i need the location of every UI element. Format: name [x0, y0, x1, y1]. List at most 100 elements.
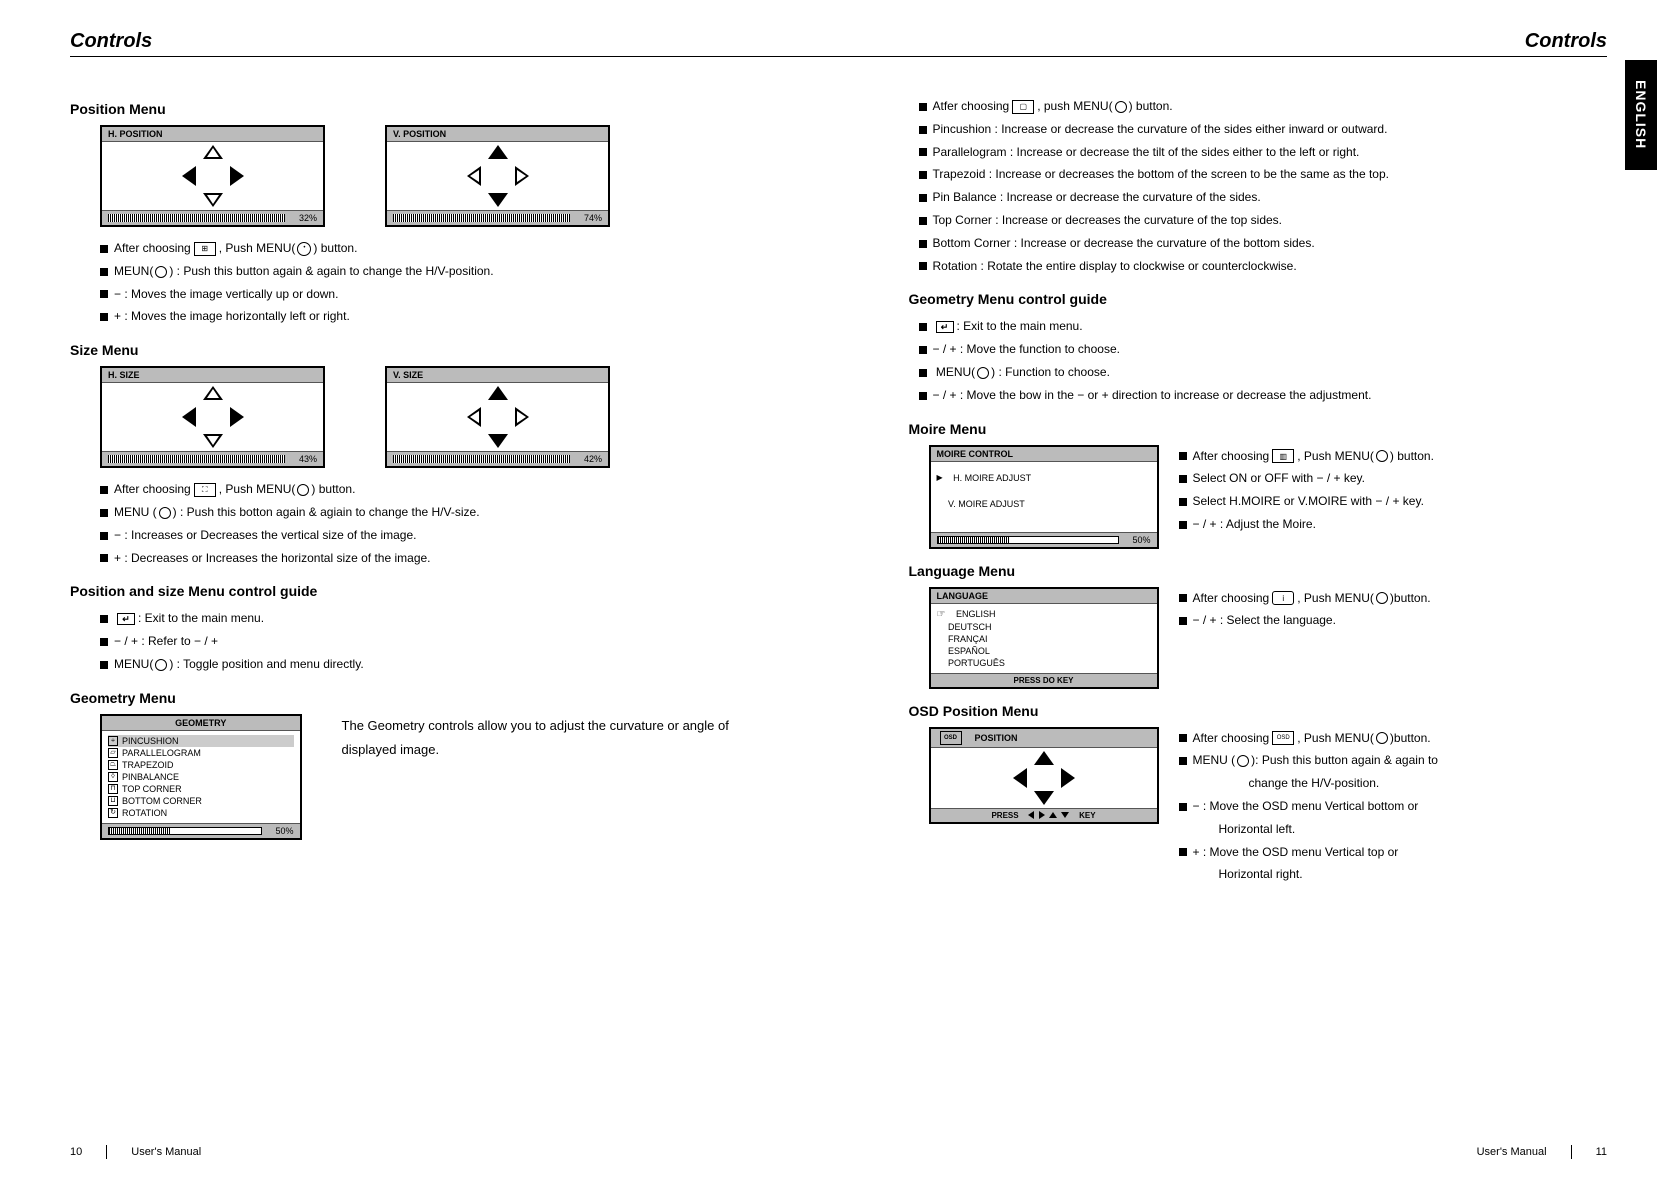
- text: ) : Push this button again & again to ch…: [169, 264, 493, 278]
- text: + : Move the OSD menu Vertical top or: [1193, 845, 1399, 859]
- geometry-title: Geometry Menu: [70, 690, 769, 706]
- arrow-left-icon: [182, 407, 196, 427]
- text: − : Increases or Decreases the vertical …: [114, 528, 416, 542]
- text: + : Moves the image horizontally left or…: [114, 309, 350, 323]
- list-item: BOTTOM CORNER: [122, 796, 202, 806]
- arrow-down-icon: [203, 434, 223, 448]
- barcode-icon: [108, 214, 285, 222]
- rotation-icon: ↻: [108, 808, 118, 818]
- text: , Push MENU(: [1297, 449, 1374, 463]
- geo-guide-bullets: : Exit to the main menu. − / + : Move th…: [919, 315, 1608, 406]
- list-item: ESPAÑOL: [948, 646, 990, 656]
- top-corner-icon: ⊓: [108, 784, 118, 794]
- position-icon: ⊞: [194, 242, 216, 256]
- size-menu-title: Size Menu: [70, 342, 769, 358]
- pointer-icon: ☞: [937, 609, 946, 620]
- text: − : Move the OSD menu Vertical bottom or: [1193, 799, 1419, 813]
- text: Atfer choosing: [933, 99, 1010, 113]
- barcode-icon: [108, 455, 285, 463]
- menu-button-icon: [1115, 101, 1127, 113]
- osd-pos-title: OSD Position Menu: [909, 703, 1608, 719]
- text: Bottom Corner : Increase or decrease the…: [933, 236, 1315, 250]
- position-menu-title: Position Menu: [70, 101, 769, 117]
- menu-button-icon: [155, 659, 167, 671]
- text: MENU (: [1193, 753, 1236, 767]
- text: Pin Balance : Increase or decrease the c…: [933, 190, 1261, 204]
- v-size-label: V. SIZE: [387, 368, 608, 383]
- text: + : Decreases or Increases the horizonta…: [114, 551, 431, 565]
- text: MENU(: [936, 365, 975, 379]
- list-item: H. MOIRE ADJUST: [953, 473, 1031, 483]
- list-item: PORTUGUÊS: [948, 658, 1005, 668]
- arrow-down-icon: [488, 193, 508, 207]
- list-item: PINCUSHION: [122, 736, 179, 746]
- text: , Push MENU(: [219, 482, 296, 496]
- text: )button.: [1390, 731, 1431, 745]
- guide1-bullets: : Exit to the main menu. − / + : Refer t…: [100, 607, 769, 675]
- text: MENU(: [114, 657, 153, 671]
- moire-header: MOIRE CONTROL: [931, 447, 1157, 462]
- arrow-up-icon: [1034, 751, 1054, 765]
- v-position-label: V. POSITION: [387, 127, 608, 142]
- geometry-desc: The Geometry controls allow you to adjus…: [342, 714, 769, 763]
- size-bullets: After choosing⛶, Push MENU() button. MEN…: [100, 478, 769, 569]
- text: , push MENU(: [1037, 99, 1112, 113]
- osd-position-osd: OSD POSITION PRESS KEY: [929, 727, 1159, 824]
- text: change the H/V-position.: [1249, 776, 1380, 790]
- geometry-list: ⧾PINCUSHION ▱PARALLELOGRAM ⏢TRAPEZOID ◊P…: [102, 731, 300, 823]
- text: MEUN(: [114, 264, 153, 278]
- arrow-down-icon: [1061, 812, 1069, 818]
- bottom-corner-icon: ⊔: [108, 796, 118, 806]
- press-key: PRESS DO KEY: [931, 673, 1157, 687]
- geometry-header: GEOMETRY: [102, 716, 300, 731]
- barcode-icon: [393, 214, 570, 222]
- arrow-left-icon: [467, 166, 481, 186]
- pinbalance-icon: ◊: [108, 772, 118, 782]
- header-right: Controls: [1525, 30, 1607, 53]
- menu-button-icon: [297, 484, 309, 496]
- header-left: Controls: [70, 30, 152, 53]
- text: )button.: [1390, 591, 1431, 605]
- moire-bullets: After choosing▥, Push MENU() button. Sel…: [1179, 445, 1434, 536]
- text: After choosing: [1193, 731, 1270, 745]
- menu-button-icon: [155, 266, 167, 278]
- arrow-down-icon: [1034, 791, 1054, 805]
- text: ): Push this button again & again to: [1251, 753, 1438, 767]
- language-osd: LANGUAGE ☞ ENGLISH DEUTSCH FRANÇAI ESPAÑ…: [929, 587, 1159, 689]
- h-position-pct: 32%: [289, 213, 317, 223]
- moire-osd: MOIRE CONTROL ▶ H. MOIRE ADJUST V. MOIRE…: [929, 445, 1159, 549]
- list-item: V. MOIRE ADJUST: [948, 499, 1025, 509]
- gauge-icon: [108, 827, 262, 835]
- exit-icon: [936, 321, 954, 333]
- text: Trapezoid : Increase or decreases the bo…: [933, 167, 1389, 181]
- text: ) button.: [311, 482, 355, 496]
- text: Rotation : Rotate the entire display to …: [933, 259, 1297, 273]
- text: ) : Push this botton again & agiain to c…: [173, 505, 480, 519]
- arrow-left-icon: [1028, 811, 1034, 819]
- arrow-up-icon: [203, 145, 223, 159]
- arrow-right-icon: [230, 166, 244, 186]
- menu-button-icon: [977, 367, 989, 379]
- text: After choosing: [114, 241, 191, 255]
- text: : Exit to the main menu.: [138, 611, 264, 625]
- page-number-right: 11: [1596, 1146, 1607, 1158]
- list-item: DEUTSCH: [948, 622, 992, 632]
- language-title: Language Menu: [909, 563, 1608, 579]
- text: Select H.MOIRE or V.MOIRE with − / + key…: [1193, 494, 1424, 508]
- menu-button-icon: [1376, 732, 1388, 744]
- text: ) : Function to choose.: [991, 365, 1110, 379]
- guide1-title: Position and size Menu control guide: [70, 583, 769, 599]
- text: , Push MENU(: [1297, 591, 1374, 605]
- text: ) : Toggle position and menu directly.: [169, 657, 363, 671]
- geometry-icon: ▢: [1012, 100, 1034, 114]
- text: MENU (: [114, 505, 157, 519]
- menu-button-icon: [1237, 755, 1249, 767]
- arrow-left-icon: [467, 407, 481, 427]
- h-size-label: H. SIZE: [102, 368, 323, 383]
- text: Horizontal right.: [1219, 867, 1303, 881]
- menu-button-icon: [1376, 450, 1388, 462]
- arrow-up-icon: [1049, 812, 1057, 818]
- v-position-pct: 74%: [574, 213, 602, 223]
- arrow-right-icon: [515, 407, 529, 427]
- language-bullets: After choosingi, Push MENU()button. − / …: [1179, 587, 1431, 633]
